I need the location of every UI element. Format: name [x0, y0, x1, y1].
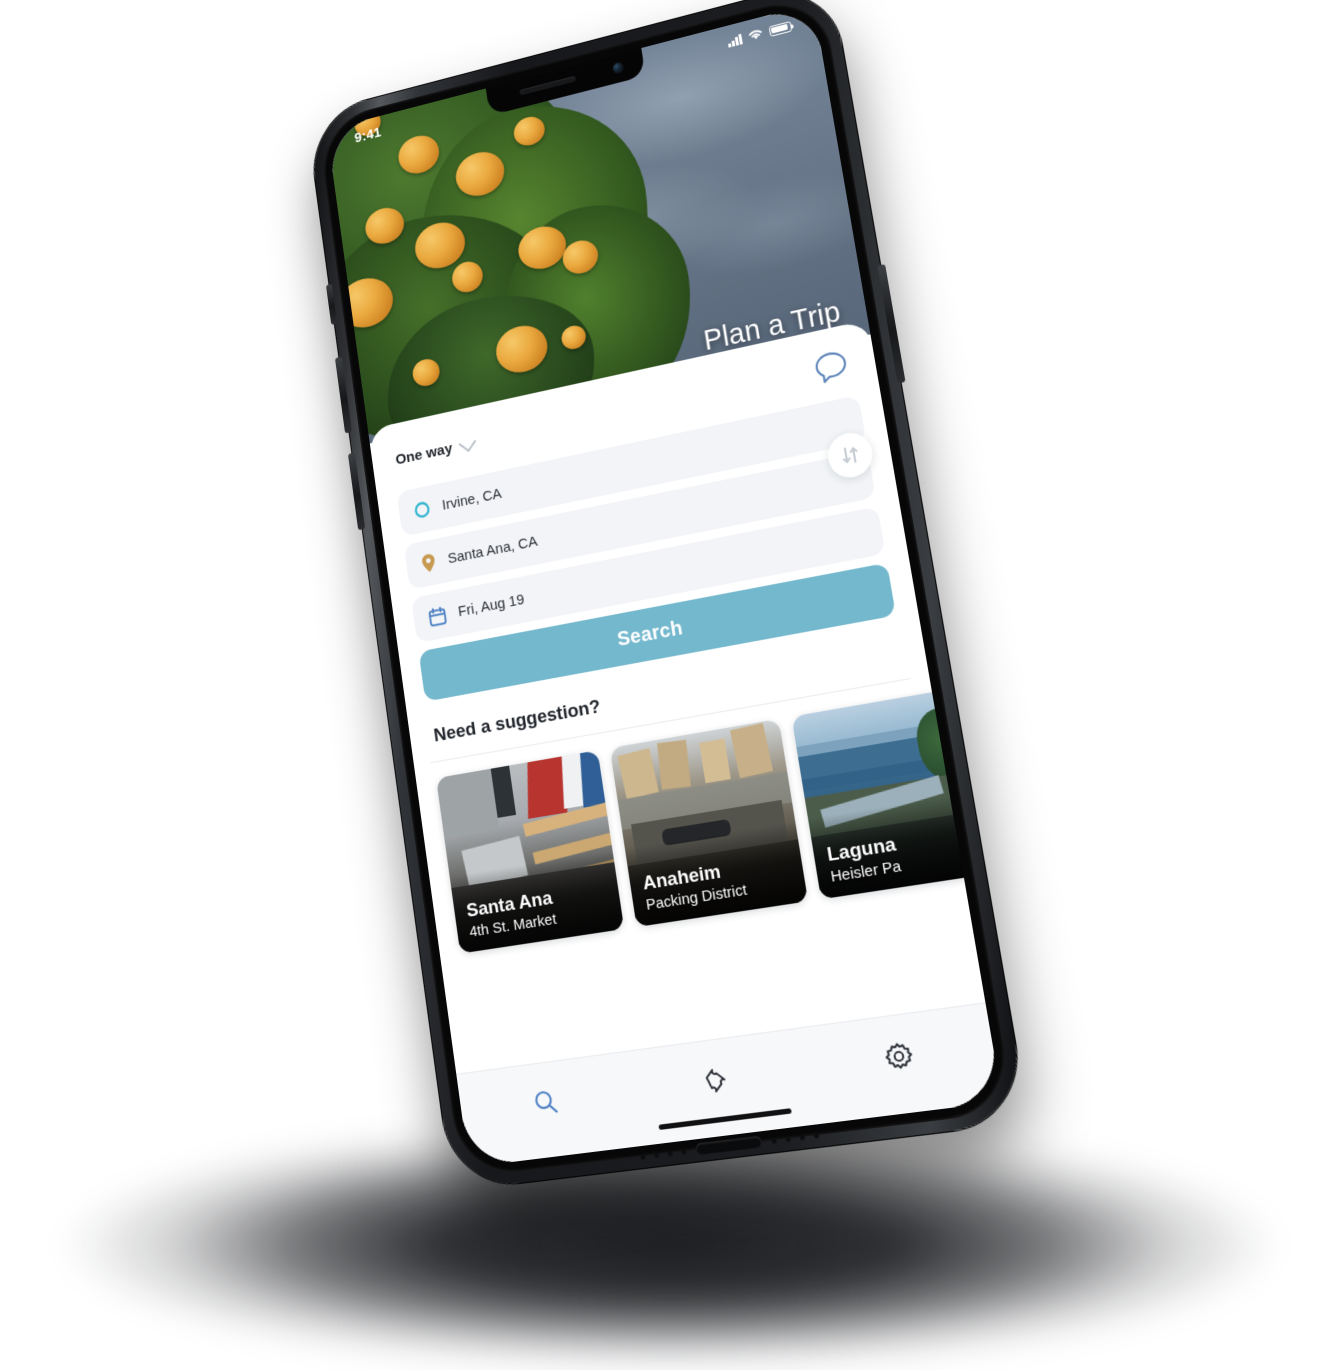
trip-type-dropdown[interactable]: One way: [394, 433, 477, 470]
sidebar-item-search[interactable]: [517, 1079, 574, 1127]
suggestion-card-list: Santa Ana 4th St. Market Anaheim Packing…: [436, 685, 1001, 954]
trip-type-label: One way: [394, 440, 454, 469]
origin-value: Irvine, CA: [441, 485, 503, 514]
sidebar-item-settings[interactable]: [868, 1031, 931, 1081]
swap-vertical-icon[interactable]: [824, 428, 876, 482]
destination-pin-icon: [421, 552, 437, 574]
suggestion-card[interactable]: Anaheim Packing District: [609, 718, 809, 928]
card-gradient-overlay: [624, 820, 809, 928]
wifi-icon: [747, 27, 765, 42]
card-subtitle: Packing District: [644, 881, 749, 914]
date-value: Fri, Aug 19: [457, 591, 526, 621]
ticket-icon: [701, 1063, 737, 1096]
chevron-down-icon: [458, 433, 477, 453]
home-indicator[interactable]: [658, 1108, 792, 1130]
calendar-icon: [427, 605, 448, 628]
status-time: 9:41: [353, 123, 383, 146]
cellular-signal-icon: [727, 33, 743, 48]
card-title: Anaheim: [641, 861, 723, 896]
origin-circle-icon: [412, 499, 431, 520]
card-image-anaheim: [609, 718, 809, 928]
battery-icon: [768, 20, 793, 37]
destination-value: Santa Ana, CA: [446, 533, 539, 568]
phone-device: Plan a Trip 9:41 One way Irvine, CA Sant…: [306, 0, 1029, 1192]
suggestion-card[interactable]: Santa Ana 4th St. Market: [436, 750, 625, 954]
scene: Plan a Trip 9:41 One way Irvine, CA Sant…: [0, 0, 1330, 1352]
magnifier-icon: [530, 1086, 561, 1118]
